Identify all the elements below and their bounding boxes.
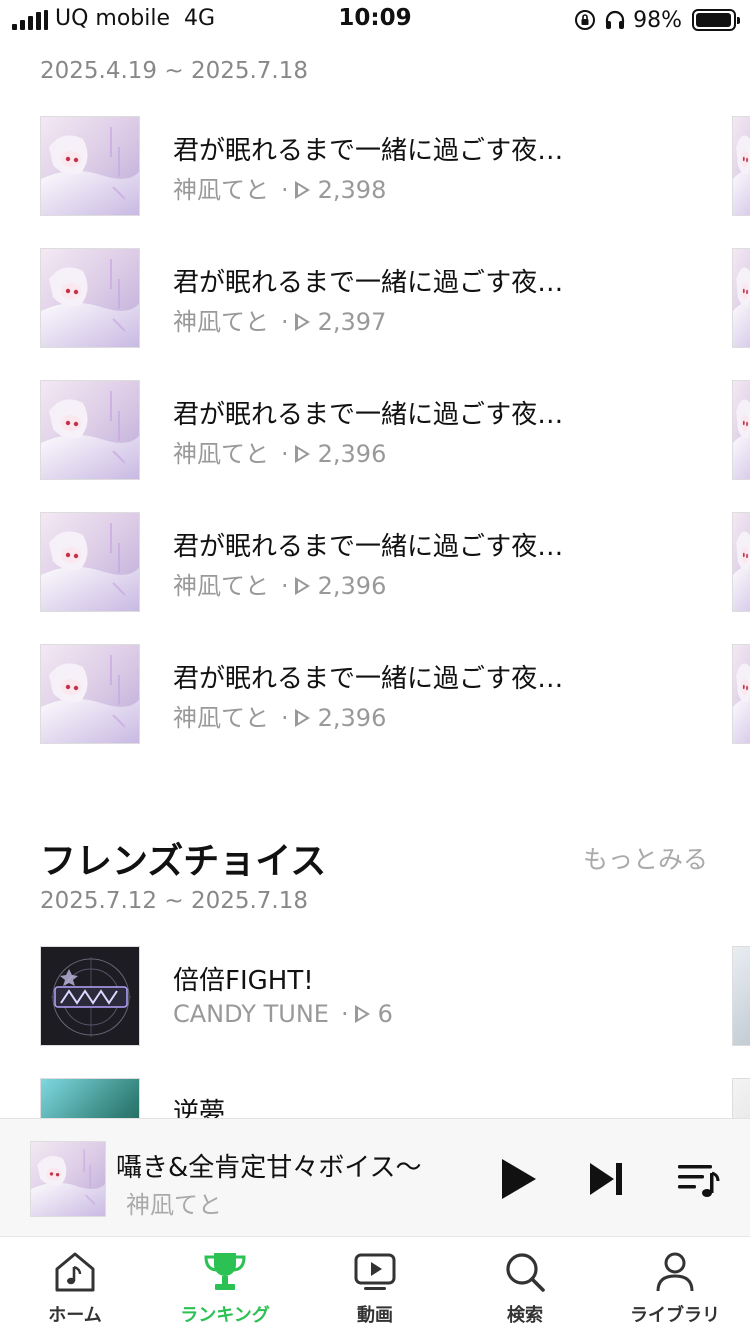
play-icon[interactable] (498, 1157, 538, 1201)
play-count-icon (294, 445, 310, 463)
mini-player[interactable]: 囁き&全肯定甘々ボイス〜 神凪てと (0, 1118, 750, 1236)
album-art (40, 946, 140, 1046)
play-count: 6 (377, 1000, 393, 1028)
track-row[interactable]: 君が眠れるまで一緒に過ごす夜… 神凪てと · 2,396 (40, 380, 750, 480)
battery-icon (692, 9, 740, 31)
play-count-icon (294, 709, 310, 727)
track-title: 君が眠れるまで一緒に過ごす夜… (173, 268, 564, 298)
battery-level (696, 13, 732, 27)
next-column-art[interactable] (732, 116, 750, 216)
track-meta: CANDY TUNE · 6 (173, 1000, 393, 1028)
home-music-icon (55, 1252, 95, 1292)
album-art (40, 644, 140, 744)
track-meta: 神凪てと · 2,396 (173, 440, 387, 468)
track-row[interactable]: 君が眠れるまで一緒に過ごす夜… 神凪てと · 2,397 (40, 248, 750, 348)
track-row[interactable]: 倍倍FIGHT! CANDY TUNE · 6 (40, 946, 750, 1046)
trophy-icon (204, 1253, 246, 1290)
tab-bar: ホーム ランキング 動画 検索 ライブラリ (0, 1236, 750, 1334)
tab-label: ライブラリ (630, 1305, 720, 1326)
track-meta: 神凪てと · 2,398 (173, 176, 387, 204)
track-artist: 神凪てと (173, 704, 269, 732)
next-column-art[interactable] (732, 248, 750, 348)
section-title: フレンズチョイス (40, 841, 327, 882)
person-icon (656, 1252, 694, 1292)
track-title: 君が眠れるまで一緒に過ごす夜… (173, 136, 564, 166)
track-row[interactable]: 君が眠れるまで一緒に過ごす夜… 神凪てと · 2,396 (40, 644, 750, 744)
more-link[interactable]: もっとみる (583, 840, 708, 876)
tab-video[interactable]: 動画 (300, 1237, 450, 1334)
now-playing-artist: 神凪てと (126, 1191, 222, 1219)
track-artist: CANDY TUNE (173, 1000, 329, 1028)
track-title: 君が眠れるまで一緒に過ごす夜… (173, 532, 564, 562)
section-date-range: 2025.7.12 ~ 2025.7.18 (40, 888, 309, 914)
next-track-icon[interactable] (586, 1159, 626, 1199)
play-count: 2,396 (317, 572, 387, 600)
play-count: 2,398 (317, 176, 387, 204)
status-bar: UQ mobile 4G 10:09 98% (0, 0, 750, 40)
next-column-art[interactable] (732, 946, 750, 1046)
track-meta: 神凪てと · 2,396 (173, 704, 387, 732)
tab-label: ランキング (180, 1305, 270, 1326)
queue-icon[interactable] (676, 1159, 720, 1199)
track-row[interactable]: 君が眠れるまで一緒に過ごす夜… 神凪てと · 2,396 (40, 512, 750, 612)
track-row[interactable]: 君が眠れるまで一緒に過ごす夜… 神凪てと · 2,398 (40, 116, 750, 216)
headphones-icon (605, 10, 625, 29)
video-icon (354, 1253, 396, 1290)
tab-label: 検索 (507, 1305, 543, 1326)
tab-home[interactable]: ホーム (0, 1237, 150, 1334)
next-column-art[interactable] (732, 380, 750, 480)
tab-library[interactable]: ライブラリ (600, 1237, 750, 1334)
track-artist: 神凪てと (173, 440, 269, 468)
album-art (40, 512, 140, 612)
track-meta: 神凪てと · 2,397 (173, 308, 387, 336)
play-count: 2,396 (317, 704, 387, 732)
play-count: 2,397 (317, 308, 387, 336)
play-count-icon (294, 313, 310, 331)
tab-label: 動画 (357, 1305, 393, 1326)
track-title: 倍倍FIGHT! (173, 966, 314, 996)
search-icon (506, 1253, 545, 1292)
album-art (40, 380, 140, 480)
fight-art-graphic (51, 957, 131, 1037)
album-art (40, 248, 140, 348)
status-right: 98% (573, 6, 740, 34)
battery-percent: 98% (633, 7, 682, 33)
now-playing-art (30, 1141, 106, 1217)
tab-label: ホーム (48, 1305, 102, 1326)
next-column-art[interactable] (732, 512, 750, 612)
track-meta: 神凪てと · 2,396 (173, 572, 387, 600)
play-count-icon (294, 181, 310, 199)
album-art (40, 116, 140, 216)
play-count: 2,396 (317, 440, 387, 468)
track-artist: 神凪てと (173, 176, 269, 204)
track-title: 君が眠れるまで一緒に過ごす夜… (173, 664, 564, 694)
next-column-art[interactable] (732, 644, 750, 744)
section-date-range: 2025.4.19 ~ 2025.7.18 (40, 58, 309, 84)
play-count-icon (354, 1005, 370, 1023)
tab-ranking[interactable]: ランキング (150, 1237, 300, 1334)
track-title: 君が眠れるまで一緒に過ごす夜… (173, 400, 564, 430)
now-playing-title: 囁き&全肯定甘々ボイス〜 (116, 1153, 422, 1183)
track-artist: 神凪てと (173, 572, 269, 600)
tab-search[interactable]: 検索 (450, 1237, 600, 1334)
orientation-lock-icon (575, 10, 596, 30)
play-count-icon (294, 577, 310, 595)
track-artist: 神凪てと (173, 308, 269, 336)
